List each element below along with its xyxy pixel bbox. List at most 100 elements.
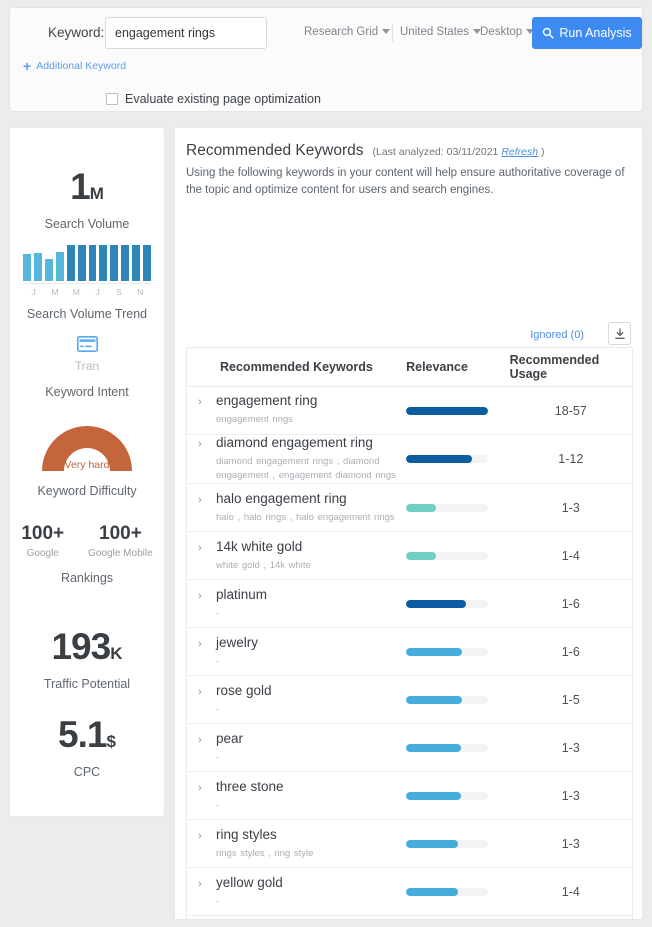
recommended-keywords-panel: Recommended Keywords (Last analyzed: 03/… (174, 127, 643, 920)
relevance-bar-fill (406, 695, 462, 704)
keyword-name: pear (216, 730, 244, 746)
table-header: Recommended Keywords Relevance Recommend… (187, 348, 632, 387)
evaluate-checkbox[interactable] (106, 93, 118, 105)
keyword-variants: engagement rings (216, 414, 294, 426)
keyword-text-wrap: jewelry - (216, 635, 396, 669)
column-header-keyword: Recommended Keywords (220, 360, 373, 374)
row-keyword-cell: › halo engagement ring halo , halo rings ,… (187, 491, 406, 525)
table-row[interactable]: › platinum - 1-6 (187, 580, 632, 629)
panel-header: Recommended Keywords (Last analyzed: 03/… (186, 142, 545, 160)
page-title: Recommended Keywords (186, 142, 364, 159)
cpc-metric: 5.1$ CPC (10, 716, 164, 779)
table-row[interactable]: ›sapphiresapphires , s sapphire1-3 (187, 916, 632, 919)
meta-suffix: ) (541, 146, 545, 158)
country-dropdown[interactable]: United States (400, 26, 482, 38)
keyword-name: platinum (216, 586, 268, 602)
keyword-difficulty-metric: Very hard Keyword Difficulty (10, 416, 164, 498)
keyword-variants: diamond engagement rings , diamond engag… (216, 455, 396, 482)
table-row[interactable]: › pear - 1-3 (187, 724, 632, 773)
additional-keyword-link[interactable]: + Additional Keyword (23, 59, 127, 73)
chevron-right-icon[interactable]: › (198, 635, 208, 650)
chevron-right-icon[interactable]: › (198, 779, 208, 794)
row-usage-cell: 1-12 (558, 452, 584, 467)
trend-bar (77, 245, 86, 281)
row-keyword-cell: › platinum - (187, 587, 406, 621)
trend-bar (66, 245, 75, 281)
keywords-table: Recommended Keywords Relevance Recommend… (186, 347, 633, 919)
last-analyzed-meta: (Last analyzed: 03/11/2021 Refresh ) (372, 146, 544, 158)
research-grid-dropdown[interactable]: Research Grid (304, 26, 391, 38)
device-dropdown[interactable]: Desktop (480, 26, 535, 38)
table-row[interactable]: › rose gold - 1-5 (187, 676, 632, 725)
keyword-text-wrap: platinum - (216, 587, 396, 621)
relevance-bar-fill (406, 791, 461, 800)
relevance-bar-track (406, 455, 489, 464)
table-row[interactable]: › jewelry - 1-6 (187, 628, 632, 677)
keyword-label: Keyword: (48, 25, 105, 40)
cpc-suffix: $ (106, 732, 116, 751)
row-usage-cell: 1-3 (561, 740, 580, 755)
chevron-right-icon[interactable]: › (198, 683, 208, 698)
chevron-right-icon[interactable]: › (198, 587, 208, 602)
table-row[interactable]: › engagement ring engagement rings 18-57 (187, 387, 632, 435)
refresh-link[interactable]: Refresh (501, 146, 538, 158)
row-keyword-cell: › engagement ring engagement rings (187, 393, 406, 427)
chevron-right-icon[interactable]: › (198, 827, 208, 842)
ranking-value: 100+ (99, 523, 142, 544)
chevron-right-icon[interactable]: › (198, 393, 208, 408)
keyword-intent-value: Tran (74, 359, 100, 373)
relevance-bar-track (406, 791, 489, 800)
chevron-right-icon[interactable]: › (198, 435, 208, 450)
relevance-bar-track (406, 647, 489, 656)
trend-bar (44, 258, 53, 281)
row-keyword-cell: › ring styles rings styles , ring style (187, 827, 406, 861)
keyword-input[interactable] (105, 17, 267, 49)
chevron-right-icon[interactable]: › (198, 539, 208, 554)
relevance-bar-track (406, 503, 489, 512)
ranking-value: 100+ (21, 523, 65, 544)
trend-bar (23, 254, 31, 281)
additional-keyword-label: Additional Keyword (36, 60, 127, 72)
row-relevance-cell (406, 695, 510, 704)
ranking-label: Google (26, 548, 59, 559)
trend-bar (33, 252, 42, 281)
rankings-caption: Rankings (60, 571, 114, 585)
table-row[interactable]: › diamond engagement ring diamond engageme… (187, 435, 632, 485)
keyword-variants: rings styles , ring style (216, 847, 314, 859)
keyword-variants: - (216, 799, 220, 811)
table-body: › engagement ring engagement rings 18-57 › di… (187, 387, 632, 919)
chevron-right-icon[interactable]: › (198, 731, 208, 746)
keyword-variants: - (216, 895, 220, 907)
row-keyword-cell: › pear - (187, 731, 406, 765)
chevron-right-icon[interactable]: › (198, 491, 208, 506)
download-button[interactable] (608, 322, 631, 345)
row-relevance-cell (406, 503, 510, 512)
relevance-bar-fill (406, 647, 462, 656)
run-analysis-label: Run Analysis (559, 26, 632, 40)
run-analysis-button[interactable]: Run Analysis (532, 17, 642, 49)
table-row[interactable]: › halo engagement ring halo , halo rings ,… (187, 484, 632, 533)
trend-bar (88, 245, 97, 281)
trend-month-label: J (31, 287, 36, 297)
trend-month-label: S (116, 287, 122, 297)
keyword-variants: white gold , 14k white (216, 559, 311, 571)
row-keyword-cell: › three stone - (187, 779, 406, 813)
keyword-text-wrap: three stone - (216, 779, 396, 813)
trend-month-label: M (51, 287, 59, 297)
keyword-name: three stone (216, 778, 284, 794)
search-volume-trend-chart: J M M J S N Search Volume Trend (10, 245, 164, 321)
keyword-name: jewelry (216, 634, 259, 650)
table-row[interactable]: › ring styles rings styles , ring style 1-3 (187, 820, 632, 869)
row-usage-cell: 1-6 (561, 644, 580, 659)
row-usage-cell: 1-3 (561, 788, 580, 803)
table-row[interactable]: › three stone - 1-3 (187, 772, 632, 821)
table-row[interactable]: › 14k white gold white gold , 14k white 1-4 (187, 532, 632, 581)
ignored-link[interactable]: Ignored (0) (530, 329, 584, 341)
keyword-text-wrap: 14k white gold white gold , 14k white (216, 539, 396, 573)
traffic-potential-metric: 193K Traffic Potential (10, 628, 164, 691)
cpc-value: 5.1$ (10, 716, 164, 753)
keyword-text-wrap: diamond engagement ring diamond engagemen… (216, 435, 396, 483)
chevron-right-icon[interactable]: › (198, 875, 208, 890)
table-row[interactable]: › yellow gold - 1-4 (187, 868, 632, 917)
row-keyword-cell: › rose gold - (187, 683, 406, 717)
